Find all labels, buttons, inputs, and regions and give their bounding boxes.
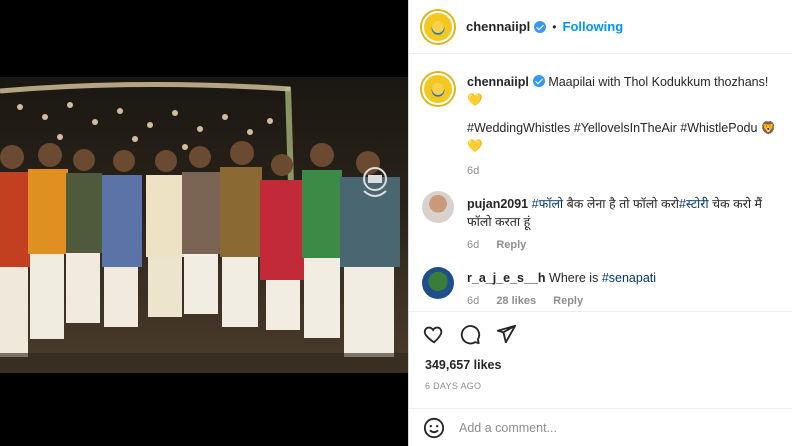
lion-icon [432,83,444,95]
super-kings-logo [363,167,387,197]
comments-list[interactable]: chennaiipl Maapilai with Thol Kodukkum t… [409,55,792,311]
avatar[interactable] [422,191,454,223]
caption-hashtags[interactable]: #WeddingWhistles #YellovelsInTheAir #Whi… [467,119,786,155]
separator-dot: • [552,19,557,34]
media-pane [0,0,408,446]
reply-button[interactable]: Reply [553,295,583,307]
comment-body: Where is [545,271,602,285]
comment-text: pujan2091 #फॉलो बैक लेना है तो फॉलो करो#… [467,191,786,231]
lion-icon [432,20,444,33]
comment-likes[interactable]: 28 likes [496,295,536,307]
likes-count[interactable]: 349,657 likes [425,358,501,372]
caption-text: chennaiipl Maapilai with Thol Kodukkum t… [467,73,786,109]
avatar[interactable] [422,267,454,299]
reply-button[interactable]: Reply [496,239,526,251]
list-item: pujan2091 #फॉलो बैक लेना है तो फॉलो करो#… [409,191,792,251]
comment-icon[interactable] [459,323,481,345]
following-button[interactable]: Following [563,19,624,34]
comment-hashtag[interactable]: #स्टोरी [679,197,709,211]
header-username[interactable]: chennaiipl [466,19,530,34]
comment-hashtag[interactable]: #senapati [602,271,656,285]
comment-username[interactable]: pujan2091 [467,197,528,211]
post-side-panel: chennaiipl • Following chennaiipl Maapil… [408,0,792,446]
comment-hashtag[interactable]: #फॉलो [532,197,564,211]
comment-age: 6d [467,295,480,307]
comment-meta: 6d 28 likes Reply [467,295,786,307]
post-timestamp: 6 DAYS AGO [425,381,482,391]
caption-age: 6d [467,165,480,177]
caption-username[interactable]: chennaiipl [467,75,529,89]
instagram-post-view: chennaiipl • Following chennaiipl Maapil… [0,0,792,446]
post-photo[interactable] [0,77,408,373]
emoji-icon[interactable] [423,417,445,439]
heart-icon[interactable] [423,323,445,345]
action-bar [409,311,792,355]
verified-badge-icon [534,20,547,33]
avatar[interactable] [422,10,454,43]
comment-age: 6d [467,239,480,251]
comment-text: r_a_j_e_s__h Where is #senapati [467,267,786,287]
comment-body: बैक लेना है तो फॉलो करो [563,197,679,211]
comment-username[interactable]: r_a_j_e_s__h [467,271,546,285]
share-icon[interactable] [495,323,517,345]
list-item: r_a_j_e_s__h Where is #senapati 6d 28 li… [409,267,792,307]
add-comment-bar: Add a comment... [409,408,792,446]
comment-meta: 6d Reply [467,239,786,251]
caption-meta: 6d [467,165,786,177]
verified-badge-icon [532,75,545,87]
caption: chennaiipl Maapilai with Thol Kodukkum t… [409,73,792,177]
avatar[interactable] [422,73,454,105]
comment-input[interactable]: Add a comment... [459,421,557,435]
post-header: chennaiipl • Following [409,0,792,54]
